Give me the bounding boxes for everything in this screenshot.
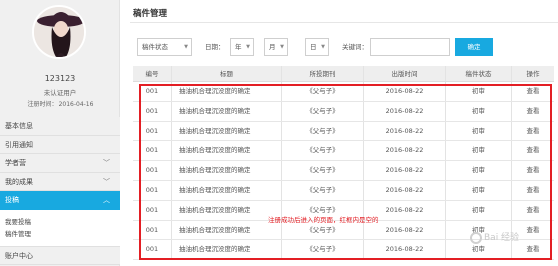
registration-time: 注册时间：2016-04-16 bbox=[0, 99, 120, 108]
table-header: 编号 标题 所投期刊 出版时间 稿件状态 操作 bbox=[133, 66, 554, 82]
dropdown-arrow-icon: ▼ bbox=[246, 44, 250, 50]
sidebar-item-citation-notice[interactable]: 引用通知 bbox=[0, 135, 120, 154]
sidebar-item-my-results[interactable]: 我的成果 ﹀ bbox=[0, 172, 120, 191]
sidebar-item-basic-info[interactable]: 基本信息 bbox=[0, 117, 120, 136]
submenu-item-submit[interactable]: 我要投稿 bbox=[5, 216, 120, 228]
year-select[interactable]: 年 ▼ bbox=[230, 38, 254, 56]
title-divider bbox=[130, 22, 558, 23]
dropdown-arrow-icon: ▼ bbox=[321, 44, 325, 50]
avatar[interactable] bbox=[32, 5, 86, 59]
sidebar-item-label: 引用通知 bbox=[5, 140, 33, 149]
column-header-id: 编号 bbox=[145, 70, 159, 78]
submission-submenu: 我要投稿 稿件管理 bbox=[0, 209, 120, 247]
sidebar-item-submission[interactable]: 投稿 ︿ bbox=[0, 191, 120, 210]
sidebar-item-label: 学者营 bbox=[5, 159, 26, 167]
month-select[interactable]: 月 ▼ bbox=[264, 38, 288, 56]
status-select-value: 稿件状态 bbox=[142, 43, 168, 51]
date-label: 日期： bbox=[205, 43, 225, 51]
dropdown-arrow-icon: ▼ bbox=[184, 44, 188, 50]
column-header-action: 操作 bbox=[511, 66, 554, 81]
sidebar-item-label: 我的成果 bbox=[5, 177, 33, 186]
page-title: 稿件管理 bbox=[133, 9, 168, 19]
user-name: 123123 bbox=[44, 74, 76, 83]
sidebar: 123123 未认证用户 注册时间：2016-04-16 基本信息 引用通知 学… bbox=[0, 0, 120, 266]
column-header-status: 稿件状态 bbox=[445, 66, 511, 81]
chevron-down-icon: ﹀ bbox=[103, 159, 110, 167]
watermark-logo-icon bbox=[470, 231, 482, 244]
sidebar-item-scholar-camp[interactable]: 学者营 ﹀ bbox=[0, 154, 120, 173]
avatar-image bbox=[34, 7, 84, 57]
watermark: Bai 经验 bbox=[470, 230, 519, 244]
chevron-down-icon: ﹀ bbox=[103, 177, 110, 186]
year-select-value: 年 bbox=[235, 43, 242, 51]
sidebar-item-label: 基本信息 bbox=[5, 122, 33, 130]
column-header-title: 标题 bbox=[171, 66, 281, 81]
watermark-text: Bai 经验 bbox=[484, 233, 520, 243]
reg-label: 注册时间： bbox=[27, 101, 58, 108]
sidebar-item-label: 账户中心 bbox=[5, 251, 33, 260]
month-select-value: 月 bbox=[269, 43, 276, 51]
day-select-value: 日 bbox=[310, 43, 317, 51]
keyword-input[interactable] bbox=[370, 38, 450, 56]
sidebar-item-account-center[interactable]: 账户中心 bbox=[0, 246, 120, 265]
keyword-label: 关键词： bbox=[342, 43, 368, 51]
day-select[interactable]: 日 ▼ bbox=[305, 38, 329, 56]
column-header-journal: 所投期刊 bbox=[281, 66, 363, 81]
dropdown-arrow-icon: ▼ bbox=[280, 44, 284, 50]
annotation-text: 注册成功后进入的页面，红框内是空的 bbox=[268, 216, 379, 224]
sidebar-menu: 基本信息 引用通知 学者营 ﹀ 我的成果 ﹀ 投稿 ︿ 我要投稿 稿件管理 账户… bbox=[0, 117, 120, 265]
submenu-item-manuscript-management[interactable]: 稿件管理 bbox=[5, 228, 120, 240]
sidebar-item-label: 投稿 bbox=[5, 196, 19, 204]
chevron-up-icon: ︿ bbox=[103, 196, 110, 204]
confirm-button[interactable]: 确定 bbox=[455, 38, 493, 56]
status-select[interactable]: 稿件状态 ▼ bbox=[137, 38, 192, 56]
reg-date: 2016-04-16 bbox=[58, 101, 94, 108]
column-header-pub-date: 出版时间 bbox=[363, 66, 445, 81]
user-status: 未认证用户 bbox=[43, 89, 77, 97]
